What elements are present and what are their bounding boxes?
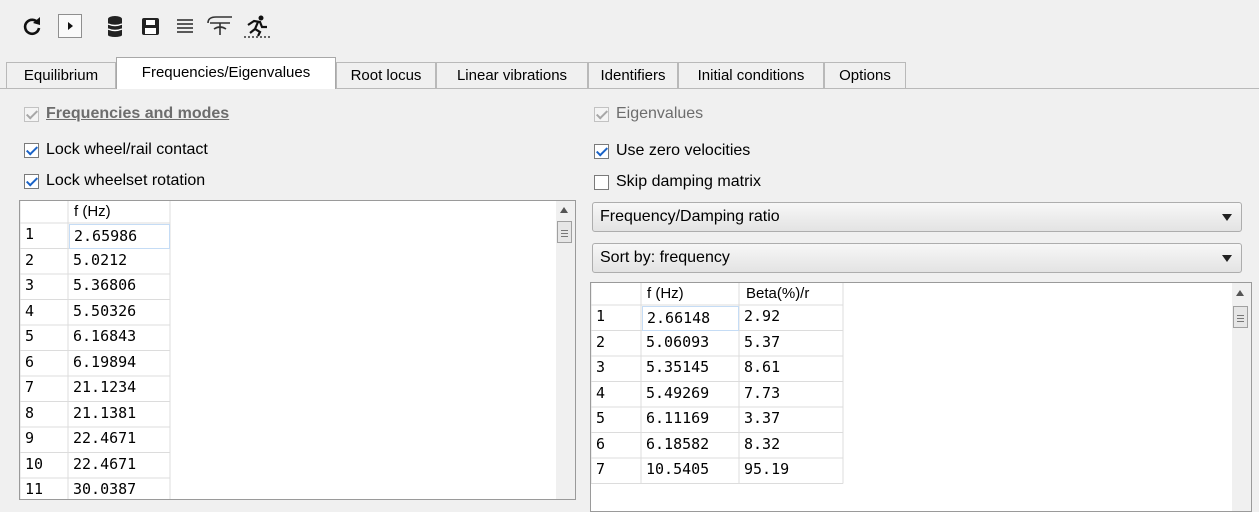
row-index: 5 bbox=[596, 409, 606, 427]
table-cell[interactable]: 5.06093 bbox=[646, 333, 709, 351]
checkbox-box[interactable] bbox=[594, 174, 609, 190]
table-cell[interactable]: 6.16843 bbox=[73, 327, 136, 345]
tab-root-locus[interactable]: Root locus bbox=[336, 62, 436, 88]
table-header-beta: Beta(%)/r bbox=[746, 285, 810, 302]
table-cell[interactable]: 5.36806 bbox=[73, 276, 136, 294]
eigenvalue-table: f (Hz) Beta(%)/r 1 2.66148 2.92 2 5.06093 5.3… bbox=[590, 282, 1252, 512]
database-icon[interactable] bbox=[104, 14, 126, 38]
row-index: 9 bbox=[25, 429, 35, 447]
checkbox-box bbox=[594, 106, 609, 122]
table-cell[interactable]: 95.19 bbox=[744, 460, 789, 478]
scroll-up-icon[interactable] bbox=[1236, 290, 1244, 296]
table-cell[interactable]: 5.0212 bbox=[73, 251, 127, 269]
table-cell[interactable]: 5.35145 bbox=[646, 358, 709, 376]
checkbox-box[interactable] bbox=[24, 142, 39, 158]
table-cell[interactable]: 6.11169 bbox=[646, 409, 709, 427]
chevron-down-icon bbox=[1222, 214, 1232, 221]
table-header-fhz: f (Hz) bbox=[74, 203, 111, 220]
lock-contact-checkbox[interactable]: Lock wheel/rail contact bbox=[24, 139, 208, 161]
skip-damping-label: Skip damping matrix bbox=[616, 173, 761, 190]
left-table-scrollbar[interactable] bbox=[556, 201, 575, 499]
tab-identifiers[interactable]: Identifiers bbox=[588, 62, 678, 88]
sort-value: Sort by: frequency bbox=[600, 249, 730, 266]
checkbox-box bbox=[24, 106, 39, 122]
tab-equilibrium[interactable]: Equilibrium bbox=[6, 62, 116, 88]
left-panel: Frequencies and modes Lock wheel/rail co… bbox=[14, 89, 580, 500]
row-index: 3 bbox=[596, 358, 606, 376]
save-icon[interactable] bbox=[139, 14, 161, 38]
scroll-thumb[interactable] bbox=[1233, 306, 1248, 328]
table-cell[interactable]: 22.4671 bbox=[73, 429, 136, 447]
display-mode-value: Frequency/Damping ratio bbox=[600, 208, 780, 225]
row-index: 2 bbox=[25, 250, 35, 269]
eigenvalues-checkbox: Eigenvalues bbox=[594, 103, 703, 125]
lock-rotation-label: Lock wheelset rotation bbox=[46, 172, 206, 189]
list-icon[interactable] bbox=[174, 14, 196, 38]
refresh-icon[interactable] bbox=[20, 14, 44, 38]
frequencies-modes-label: Frequencies and modes bbox=[46, 105, 230, 122]
row-index: 2 bbox=[596, 332, 606, 351]
toolbar bbox=[0, 0, 1259, 52]
lock-rotation-checkbox[interactable]: Lock wheelset rotation bbox=[24, 170, 205, 192]
row-index: 1 bbox=[25, 225, 35, 243]
skip-damping-checkbox[interactable]: Skip damping matrix bbox=[594, 171, 761, 193]
right-panel: Eigenvalues Use zero velocities Skip dam… bbox=[582, 89, 1259, 512]
table-cell[interactable]: 6.19894 bbox=[73, 353, 136, 371]
table-cell[interactable]: 8.32 bbox=[744, 435, 780, 453]
row-index: 7 bbox=[25, 378, 35, 396]
runner-icon[interactable] bbox=[242, 14, 272, 38]
row-index: 10 bbox=[25, 454, 44, 473]
scroll-up-icon[interactable] bbox=[560, 207, 568, 213]
checkbox-box[interactable] bbox=[594, 143, 609, 159]
tab-linear-vibrations[interactable]: Linear vibrations bbox=[436, 62, 588, 88]
chevron-down-icon bbox=[1222, 255, 1232, 262]
table-cell[interactable]: 10.5405 bbox=[646, 460, 709, 478]
tab-frequencies-eigenvalues[interactable]: Frequencies/Eigenvalues bbox=[116, 57, 336, 89]
row-index: 5 bbox=[25, 327, 35, 345]
display-mode-select[interactable]: Frequency/Damping ratio bbox=[592, 202, 1242, 232]
play-icon[interactable] bbox=[58, 14, 82, 38]
zero-velocities-label: Use zero velocities bbox=[616, 142, 751, 159]
row-index: 8 bbox=[25, 403, 35, 422]
table-cell[interactable]: 21.1234 bbox=[73, 378, 136, 396]
tab-options[interactable]: Options bbox=[824, 62, 906, 88]
table-cell[interactable]: 6.18582 bbox=[646, 435, 709, 453]
tab-initial-conditions[interactable]: Initial conditions bbox=[678, 62, 824, 88]
zero-velocities-checkbox[interactable]: Use zero velocities bbox=[594, 140, 750, 162]
row-index: 4 bbox=[596, 383, 606, 402]
table-cell[interactable]: 7.73 bbox=[744, 384, 780, 402]
row-index: 7 bbox=[596, 460, 606, 478]
scroll-thumb[interactable] bbox=[557, 221, 572, 243]
table-cell[interactable]: 22.4671 bbox=[73, 455, 136, 473]
frequencies-modes-checkbox: Frequencies and modes bbox=[24, 103, 229, 125]
row-index: 3 bbox=[25, 276, 35, 294]
right-table-scrollbar[interactable] bbox=[1232, 283, 1251, 511]
table-cell[interactable]: 5.50326 bbox=[73, 302, 136, 320]
checkbox-box[interactable] bbox=[24, 173, 39, 189]
frequency-table: f (Hz) 1 2.65986 2 5.0212 3 5.36806 4 5.50326 5 6… bbox=[19, 200, 576, 500]
row-index: 6 bbox=[596, 434, 606, 453]
table-cell[interactable]: 30.0387 bbox=[73, 480, 136, 498]
table-cell[interactable]: 2.66148 bbox=[642, 306, 739, 331]
table-cell[interactable]: 21.1381 bbox=[73, 404, 136, 422]
row-index: 11 bbox=[25, 480, 44, 498]
row-index: 4 bbox=[25, 301, 35, 320]
table-cell[interactable]: 3.37 bbox=[744, 409, 780, 427]
loop-icon[interactable] bbox=[206, 14, 234, 38]
row-index: 1 bbox=[596, 307, 606, 325]
table-cell[interactable]: 2.65986 bbox=[69, 224, 170, 249]
table-cell[interactable]: 5.37 bbox=[744, 333, 780, 351]
table-cell[interactable]: 2.92 bbox=[744, 307, 780, 325]
sort-select[interactable]: Sort by: frequency bbox=[592, 243, 1242, 273]
table-cell[interactable]: 5.49269 bbox=[646, 384, 709, 402]
table-header-fhz: f (Hz) bbox=[647, 285, 684, 302]
table-cell[interactable]: 8.61 bbox=[744, 358, 780, 376]
row-index: 6 bbox=[25, 352, 35, 371]
eigenvalues-label: Eigenvalues bbox=[616, 105, 704, 122]
lock-contact-label: Lock wheel/rail contact bbox=[46, 141, 208, 158]
